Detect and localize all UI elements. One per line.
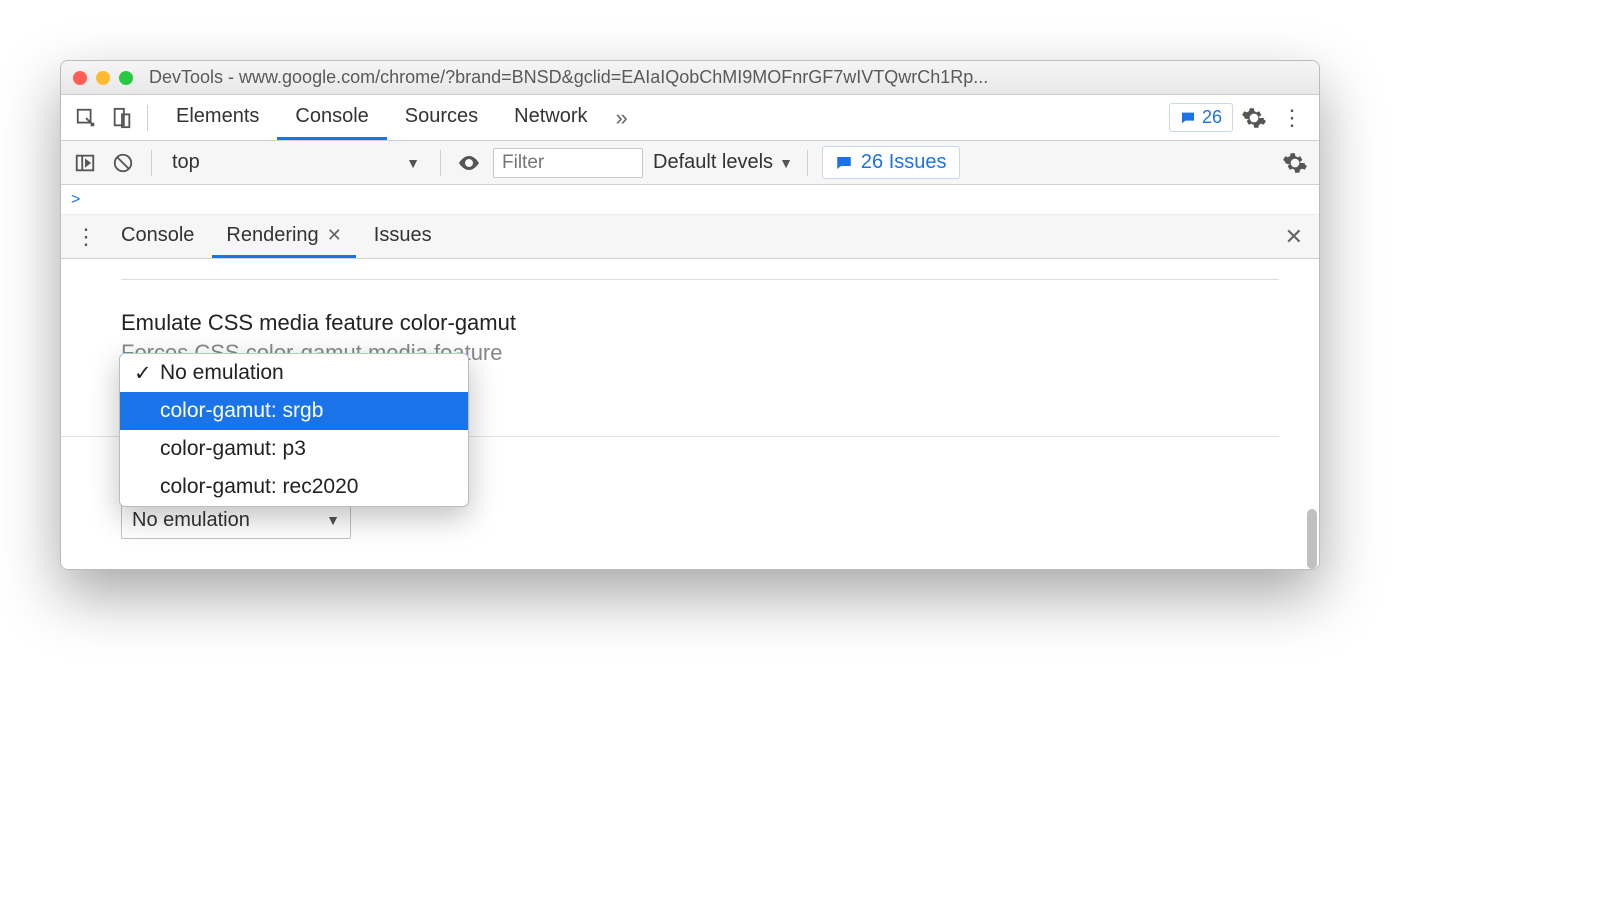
message-icon — [1180, 110, 1196, 126]
tab-network[interactable]: Network — [496, 95, 605, 140]
levels-label: Default levels — [653, 151, 773, 174]
rendering-panel: Emulate CSS media feature color-gamut Fo… — [61, 259, 1319, 569]
close-window-button[interactable] — [73, 71, 87, 85]
option-no-emulation[interactable]: ✓ No emulation — [120, 354, 468, 392]
caret-down-icon: ▼ — [779, 155, 793, 171]
drawer-tab-issues[interactable]: Issues — [360, 215, 446, 258]
more-menu-icon[interactable]: ⋮ — [1275, 105, 1309, 131]
option-srgb[interactable]: color-gamut: srgb — [120, 392, 468, 430]
option-rec2020[interactable]: color-gamut: rec2020 — [120, 468, 468, 506]
tab-console[interactable]: Console — [277, 95, 386, 140]
option-p3[interactable]: color-gamut: p3 — [120, 430, 468, 468]
traffic-lights — [73, 71, 133, 85]
close-tab-icon[interactable]: ✕ — [327, 225, 342, 246]
main-tabs: Elements Console Sources Network » — [158, 95, 638, 140]
console-settings-icon[interactable] — [1281, 149, 1309, 177]
caret-down-icon: ▼ — [406, 155, 420, 171]
filter-input[interactable] — [493, 148, 643, 178]
context-value: top — [172, 151, 200, 174]
tab-sources[interactable]: Sources — [387, 95, 496, 140]
divider — [151, 150, 152, 176]
issues-count: 26 — [1202, 107, 1222, 128]
drawer-tab-console[interactable]: Console — [107, 215, 208, 258]
issues-badge[interactable]: 26 — [1169, 103, 1233, 132]
issues-text: 26 Issues — [861, 151, 947, 174]
more-tabs-icon[interactable]: » — [606, 105, 638, 131]
prompt-symbol: > — [71, 191, 80, 209]
inspect-element-icon[interactable] — [71, 103, 101, 133]
console-toolbar: top ▼ Default levels ▼ 26 Issues — [61, 141, 1319, 185]
scrollbar-thumb[interactable] — [1307, 509, 1317, 569]
divider — [440, 150, 441, 176]
console-prompt[interactable]: > — [61, 185, 1319, 215]
sidebar-toggle-icon[interactable] — [71, 149, 99, 177]
drawer-menu-icon[interactable]: ⋮ — [69, 224, 103, 250]
live-expression-icon[interactable] — [455, 149, 483, 177]
context-selector[interactable]: top ▼ — [166, 151, 426, 174]
message-icon — [835, 154, 853, 172]
minimize-window-button[interactable] — [96, 71, 110, 85]
zoom-window-button[interactable] — [119, 71, 133, 85]
drawer-tab-rendering[interactable]: Rendering ✕ — [212, 215, 355, 258]
device-toolbar-icon[interactable] — [107, 103, 137, 133]
devtools-window: DevTools - www.google.com/chrome/?brand=… — [60, 60, 1320, 570]
close-drawer-icon[interactable]: ✕ — [1277, 224, 1311, 250]
caret-down-icon: ▼ — [326, 512, 340, 528]
check-icon: ✓ — [134, 361, 150, 386]
emulate-color-gamut-title: Emulate CSS media feature color-gamut — [121, 310, 1319, 336]
settings-icon[interactable] — [1239, 103, 1269, 133]
main-toolbar: Elements Console Sources Network » 26 ⋮ — [61, 95, 1319, 141]
clear-console-icon[interactable] — [109, 149, 137, 177]
titlebar: DevTools - www.google.com/chrome/?brand=… — [61, 61, 1319, 95]
divider — [807, 150, 808, 176]
issues-button[interactable]: 26 Issues — [822, 146, 960, 179]
drawer-tabs: ⋮ Console Rendering ✕ Issues ✕ — [61, 215, 1319, 259]
select-value: No emulation — [132, 509, 250, 532]
divider — [147, 105, 148, 131]
color-gamut-dropdown: ✓ No emulation color-gamut: srgb color-g… — [119, 353, 469, 507]
log-levels-selector[interactable]: Default levels ▼ — [653, 151, 793, 174]
tab-elements[interactable]: Elements — [158, 95, 277, 140]
section-divider — [121, 279, 1279, 280]
window-title: DevTools - www.google.com/chrome/?brand=… — [149, 67, 1307, 88]
